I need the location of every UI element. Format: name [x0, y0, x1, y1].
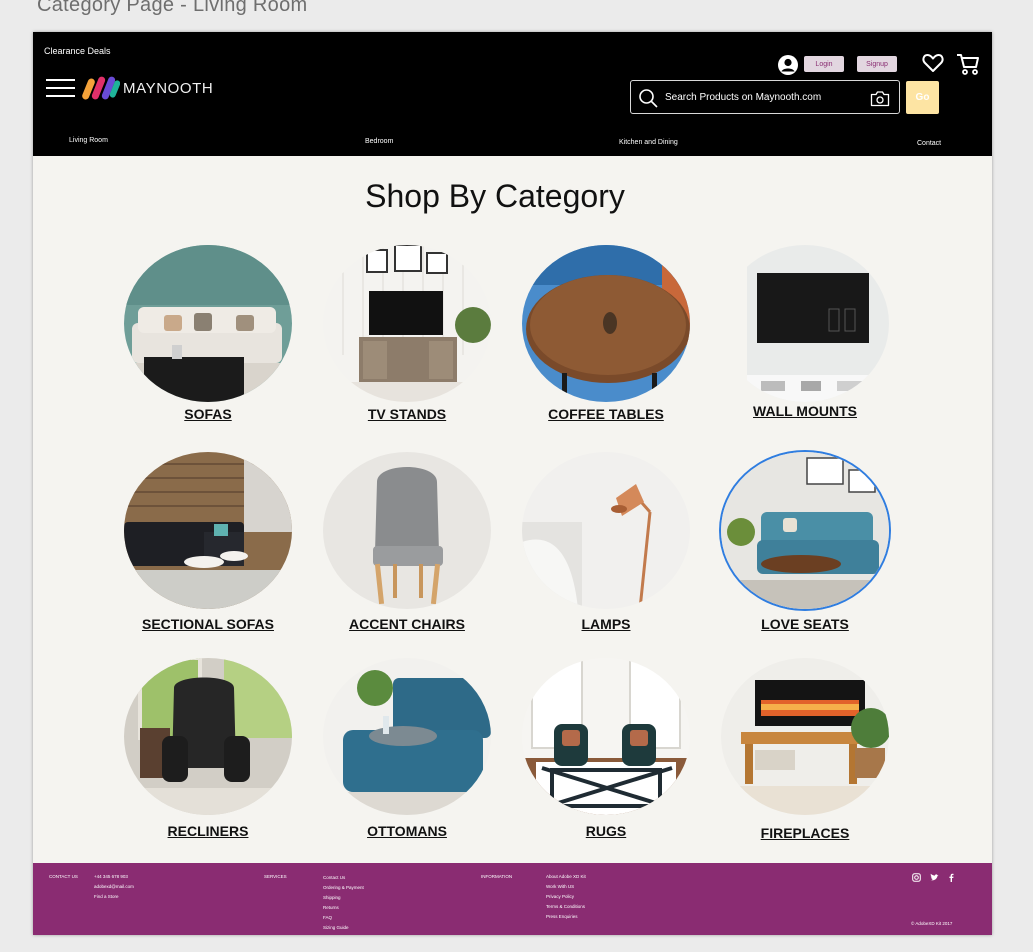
sofa-image[interactable]: [124, 245, 292, 402]
user-account-icon[interactable]: [777, 54, 799, 76]
category-label[interactable]: SECTIONAL SOFAS: [94, 616, 322, 632]
footer-link[interactable]: Ordering & Payment: [323, 885, 364, 890]
category-tv-stands[interactable]: TV STANDS: [323, 245, 491, 430]
category-love-seats[interactable]: LOVE SEATS: [721, 452, 889, 637]
category-sofas[interactable]: SOFAS: [124, 245, 292, 430]
footer-services-title: SERVICES: [264, 874, 287, 879]
category-coffee-tables[interactable]: COFFEE TABLES: [522, 245, 690, 430]
footer-link[interactable]: Press Enquiries: [546, 914, 578, 919]
category-label[interactable]: OTTOMANS: [293, 823, 521, 839]
category-lamps[interactable]: LAMPS: [522, 452, 690, 637]
category-label[interactable]: RECLINERS: [94, 823, 322, 839]
menu-icon[interactable]: [46, 77, 75, 99]
footer-link[interactable]: Privacy Policy: [546, 894, 574, 899]
signup-button[interactable]: Signup: [857, 56, 897, 72]
login-button[interactable]: Login: [804, 56, 844, 72]
nav-kitchen-dining[interactable]: Kitchen and Dining: [619, 139, 678, 146]
footer-link[interactable]: Returns: [323, 905, 339, 910]
coffee-table-image[interactable]: [522, 245, 690, 402]
sectional-sofa-image[interactable]: [124, 452, 292, 609]
category-label[interactable]: TV STANDS: [293, 406, 521, 422]
footer-link[interactable]: Shipping: [323, 895, 341, 900]
site-footer: CONTACT US +44 345 678 903 adobexd@mail.…: [33, 863, 992, 935]
search-bar[interactable]: Search Products on Maynooth.com: [630, 80, 900, 114]
category-label[interactable]: COFFEE TABLES: [492, 406, 720, 422]
camera-icon[interactable]: [870, 90, 890, 107]
clearance-deals-link[interactable]: Clearance Deals: [44, 46, 111, 56]
love-seat-image[interactable]: [721, 452, 889, 609]
shopping-cart-icon[interactable]: [956, 52, 980, 76]
category-fireplaces[interactable]: FIREPLACES: [721, 658, 889, 843]
category-ottomans[interactable]: OTTOMANS: [323, 658, 491, 843]
footer-link[interactable]: Sizing Guide: [323, 925, 349, 930]
ottoman-image[interactable]: [323, 658, 491, 815]
logo-text[interactable]: MAYNOOTH: [123, 80, 213, 97]
recliner-image[interactable]: [124, 658, 292, 815]
rug-image[interactable]: [522, 658, 690, 815]
footer-contact-title: CONTACT US: [49, 874, 78, 879]
category-label[interactable]: FIREPLACES: [691, 825, 919, 841]
footer-link[interactable]: Contact Us: [323, 875, 345, 880]
logo-icon[interactable]: [82, 74, 120, 102]
go-button[interactable]: Go: [906, 81, 939, 114]
category-recliners[interactable]: RECLINERS: [124, 658, 292, 843]
nav-contact[interactable]: Contact: [917, 140, 941, 147]
search-icon[interactable]: [638, 88, 658, 108]
footer-link[interactable]: FAQ: [323, 915, 332, 920]
facebook-icon[interactable]: [947, 873, 956, 882]
nav-living-room[interactable]: Living Room: [69, 137, 108, 144]
footer-link[interactable]: Work With US: [546, 884, 574, 889]
site-header: Clearance Deals MAYNOOTH Login Signup Se…: [33, 32, 992, 156]
fireplace-image[interactable]: [721, 658, 889, 815]
category-accent-chairs[interactable]: ACCENT CHAIRS: [323, 452, 491, 637]
twitter-icon[interactable]: [930, 873, 939, 882]
footer-find-store[interactable]: Find a Store: [94, 894, 119, 899]
category-label[interactable]: SOFAS: [94, 406, 322, 422]
category-wall-mounts[interactable]: WALL MOUNTS: [721, 245, 889, 430]
category-label[interactable]: LOVE SEATS: [691, 616, 919, 632]
footer-phone[interactable]: +44 345 678 903: [94, 874, 128, 879]
tv-stand-image[interactable]: [323, 245, 491, 402]
page-frame: Clearance Deals MAYNOOTH Login Signup Se…: [33, 32, 992, 935]
copyright: © AdobeXD Kit 2017: [911, 921, 953, 926]
category-label[interactable]: ACCENT CHAIRS: [293, 616, 521, 632]
footer-link[interactable]: About Adobe XD Kit: [546, 874, 586, 879]
category-label[interactable]: RUGS: [492, 823, 720, 839]
category-label[interactable]: WALL MOUNTS: [691, 403, 919, 419]
category-label[interactable]: LAMPS: [492, 616, 720, 632]
category-rugs[interactable]: RUGS: [522, 658, 690, 843]
artboard-title: Category Page - Living Room: [37, 0, 308, 16]
page-title: Shop By Category: [365, 178, 625, 214]
search-input[interactable]: Search Products on Maynooth.com: [665, 92, 821, 103]
footer-info-title: INFORMATION: [481, 874, 513, 879]
wishlist-heart-icon[interactable]: [922, 53, 944, 73]
lamp-image[interactable]: [522, 452, 690, 609]
wall-mount-image[interactable]: [721, 245, 889, 402]
footer-email[interactable]: adobexd@mail.com: [94, 884, 134, 889]
instagram-icon[interactable]: [912, 873, 921, 882]
category-sectional-sofas[interactable]: SECTIONAL SOFAS: [124, 452, 292, 637]
footer-link[interactable]: Terms & Conditions: [546, 904, 585, 909]
nav-bedroom[interactable]: Bedroom: [365, 138, 393, 145]
accent-chair-image[interactable]: [323, 452, 491, 609]
